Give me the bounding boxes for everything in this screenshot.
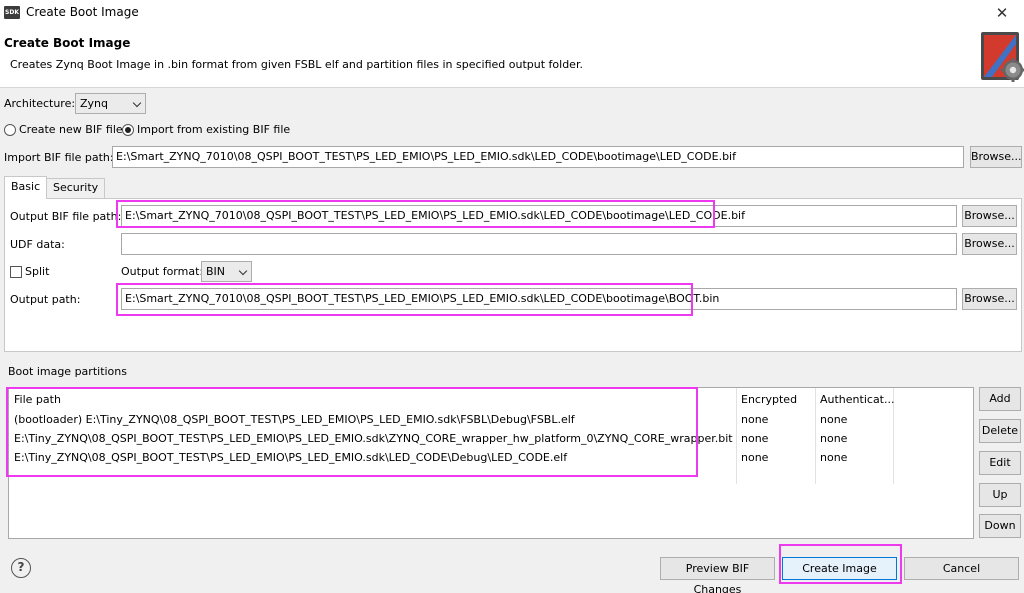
table-row-authentication[interactable]: none: [820, 413, 847, 426]
edit-partition-button[interactable]: Edit: [979, 451, 1021, 475]
udf-data-input[interactable]: [121, 233, 957, 255]
partitions-section-label: Boot image partitions: [8, 365, 127, 378]
table-row-encrypted[interactable]: none: [741, 451, 768, 464]
architecture-value: Zynq: [80, 97, 108, 110]
output-bif-label: Output BIF file path:: [10, 210, 122, 223]
import-bif-path-input[interactable]: E:\Smart_ZYNQ_7010\08_QSPI_BOOT_TEST\PS_…: [112, 146, 964, 168]
table-row-encrypted[interactable]: none: [741, 432, 768, 445]
chevron-down-icon: [238, 266, 248, 276]
table-row-encrypted[interactable]: none: [741, 413, 768, 426]
architecture-select[interactable]: Zynq: [75, 93, 146, 114]
split-label: Split: [25, 265, 50, 278]
import-bif-path-label: Import BIF file path:: [4, 151, 114, 164]
column-divider: [815, 388, 816, 484]
import-bif-label: Import from existing BIF file: [137, 123, 291, 136]
chevron-down-icon: [132, 98, 142, 108]
tab-basic[interactable]: Basic: [4, 176, 48, 199]
table-row-authentication[interactable]: none: [820, 432, 847, 445]
window-title: Create Boot Image: [26, 5, 139, 19]
dialog-header: [0, 26, 1024, 88]
column-header-encrypted[interactable]: Encrypted: [741, 393, 797, 406]
architecture-label: Architecture:: [4, 97, 76, 110]
file-paths-highlight: [6, 387, 698, 477]
output-path-browse-button[interactable]: Browse...: [962, 288, 1017, 310]
output-bif-browse-button[interactable]: Browse...: [962, 205, 1017, 227]
move-up-button[interactable]: Up: [979, 483, 1021, 507]
udf-browse-button[interactable]: Browse...: [962, 233, 1017, 255]
create-bif-label: Create new BIF file: [19, 123, 123, 136]
boot-image-gear-icon: [980, 30, 1024, 82]
delete-partition-button[interactable]: Delete: [979, 419, 1021, 443]
dialog-title: Create Boot Image: [4, 36, 131, 50]
window-titlebar: [0, 0, 1024, 26]
output-bif-highlight: [116, 200, 715, 228]
add-partition-button[interactable]: Add: [979, 387, 1021, 411]
import-bif-browse-button[interactable]: Browse...: [970, 146, 1022, 168]
create-bif-radio[interactable]: [4, 124, 16, 136]
preview-bif-changes-button[interactable]: Preview BIF Changes: [660, 557, 775, 593]
table-row-authentication[interactable]: none: [820, 451, 847, 464]
output-path-highlight: [116, 283, 693, 316]
tab-security[interactable]: Security: [46, 178, 106, 198]
udf-data-label: UDF data:: [10, 238, 65, 251]
split-checkbox[interactable]: [10, 266, 22, 278]
cancel-button[interactable]: Cancel: [904, 557, 1019, 580]
import-bif-radio[interactable]: [122, 124, 134, 136]
sdk-logo-icon: SDK: [4, 6, 20, 19]
dialog-description: Creates Zynq Boot Image in .bin format f…: [10, 58, 583, 71]
output-path-label: Output path:: [10, 293, 81, 306]
close-icon[interactable]: ✕: [990, 2, 1014, 24]
output-format-label: Output format:: [121, 265, 204, 278]
move-down-button[interactable]: Down: [979, 514, 1021, 538]
column-header-authentication[interactable]: Authenticat...: [820, 393, 894, 406]
output-format-select[interactable]: BIN: [201, 261, 252, 282]
create-image-highlight: [779, 544, 902, 584]
output-format-value: BIN: [206, 265, 226, 278]
column-divider: [736, 388, 737, 484]
help-icon[interactable]: ?: [11, 558, 31, 578]
